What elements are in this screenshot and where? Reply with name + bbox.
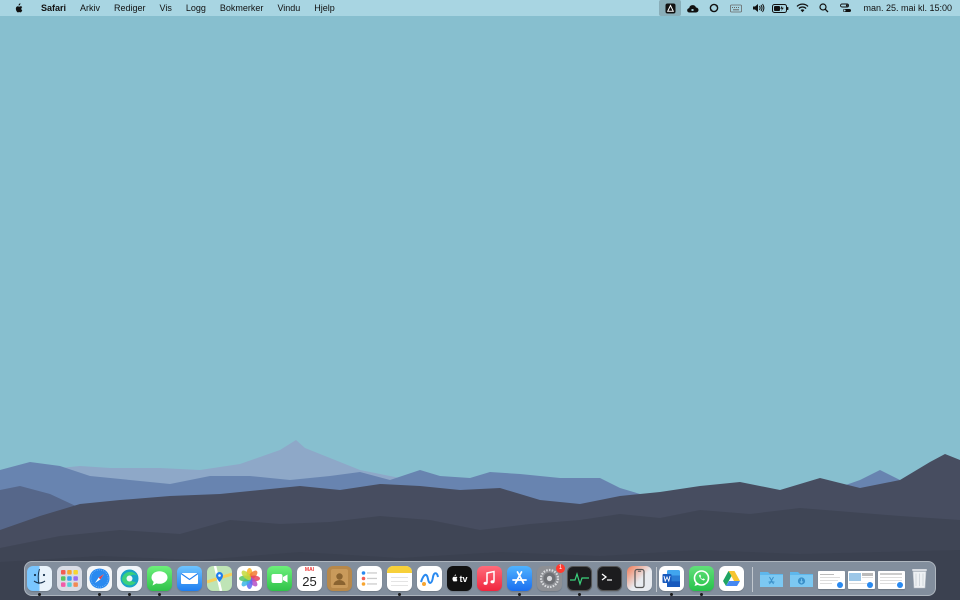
menu-logg[interactable]: Logg	[179, 0, 213, 16]
wifi-icon[interactable]	[791, 0, 813, 16]
whatsapp-icon[interactable]	[689, 566, 714, 591]
wallpaper-mountains	[0, 0, 960, 600]
maps-icon[interactable]	[207, 566, 232, 591]
messages-icon[interactable]	[147, 566, 172, 591]
desktop: Safari Arkiv Rediger Vis Logg Bokmerker …	[0, 0, 960, 600]
keyboard-input-icon[interactable]	[725, 0, 747, 16]
calendar-month-label: MAI	[304, 567, 315, 573]
launchpad-icon[interactable]	[57, 566, 82, 591]
menu-vis[interactable]: Vis	[153, 0, 179, 16]
safari-icon[interactable]	[87, 566, 112, 591]
apple-menu-icon[interactable]	[10, 2, 26, 14]
app-store-icon[interactable]	[507, 566, 532, 591]
menu-bokmerker[interactable]: Bokmerker	[213, 0, 271, 16]
activity-monitor-icon[interactable]	[567, 566, 592, 591]
menubar-clock[interactable]: man. 25. mai kl. 15:00	[857, 3, 952, 13]
edge-icon[interactable]	[117, 566, 142, 591]
control-center-icon[interactable]	[835, 0, 857, 16]
running-indicator	[670, 593, 673, 596]
menu-vindu[interactable]: Vindu	[270, 0, 307, 16]
menu-app-safari[interactable]: Safari	[34, 0, 73, 16]
dock: MAI 25 tv 1	[24, 561, 936, 596]
running-indicator	[518, 593, 521, 596]
menu-hjelp[interactable]: Hjelp	[307, 0, 342, 16]
document-thumbnail-icon[interactable]	[848, 571, 875, 589]
mail-icon[interactable]	[177, 566, 202, 591]
facetime-icon[interactable]	[267, 566, 292, 591]
menu-arkiv[interactable]: Arkiv	[73, 0, 107, 16]
document-thumbnail-icon[interactable]	[878, 571, 905, 589]
spotlight-search-icon[interactable]	[813, 0, 835, 16]
terminal-icon[interactable]	[597, 566, 622, 591]
apple-tv-label: tv	[459, 573, 468, 584]
menu-bar: Safari Arkiv Rediger Vis Logg Bokmerker …	[0, 0, 960, 16]
apple-tv-icon[interactable]: tv	[447, 566, 472, 591]
document-thumbnail-icon[interactable]	[818, 571, 845, 589]
photos-icon[interactable]	[237, 566, 262, 591]
volume-icon[interactable]	[747, 0, 769, 16]
google-drive-icon[interactable]	[719, 566, 744, 591]
a-app-icon[interactable]	[659, 0, 682, 16]
notification-badge: 1	[556, 564, 565, 573]
running-indicator	[398, 593, 401, 596]
battery-icon[interactable]	[769, 0, 791, 16]
applications-folder-icon[interactable]	[759, 566, 784, 591]
calendar-icon[interactable]: MAI 25	[297, 566, 322, 591]
contacts-icon[interactable]	[327, 566, 352, 591]
reminders-icon[interactable]	[357, 566, 382, 591]
sync-icon[interactable]	[703, 0, 725, 16]
finder-icon[interactable]	[27, 566, 52, 591]
menu-rediger[interactable]: Rediger	[107, 0, 153, 16]
running-indicator	[158, 593, 161, 596]
iphone-mirroring-icon[interactable]	[627, 566, 652, 591]
downloads-folder-icon[interactable]	[789, 566, 814, 591]
calendar-day-label: 25	[302, 574, 317, 589]
freeform-icon[interactable]	[417, 566, 442, 591]
dock-separator	[656, 567, 657, 592]
notes-icon[interactable]	[387, 566, 412, 591]
creative-cloud-icon[interactable]	[681, 0, 703, 16]
dock-separator	[752, 567, 753, 592]
word-icon[interactable]	[659, 566, 684, 591]
running-indicator	[578, 593, 581, 596]
running-indicator	[98, 593, 101, 596]
running-indicator	[700, 593, 703, 596]
trash-icon[interactable]	[907, 566, 932, 591]
music-icon[interactable]	[477, 566, 502, 591]
running-indicator	[38, 593, 41, 596]
running-indicator	[128, 593, 131, 596]
